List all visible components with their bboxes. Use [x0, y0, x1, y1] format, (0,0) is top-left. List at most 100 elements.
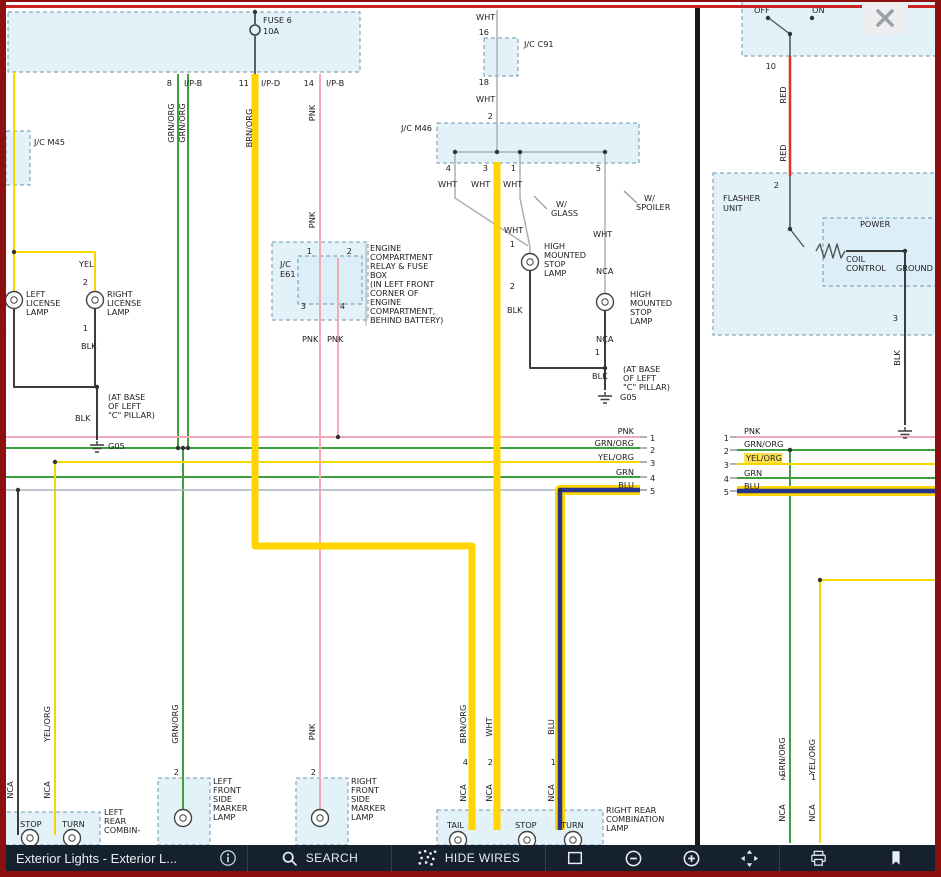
wire-label: GRN: [616, 467, 634, 477]
jc-m45-box: [6, 131, 30, 185]
zoom-in-button[interactable]: [663, 845, 721, 871]
wire-label: YEL/ORG: [807, 739, 817, 776]
wire-label: BLU: [546, 719, 556, 735]
wire-label: "C" PILLAR): [623, 382, 670, 392]
expand-button[interactable]: [721, 845, 779, 871]
wire-label: G05: [620, 392, 637, 402]
wire-label: 2: [347, 246, 352, 256]
search-button[interactable]: SEARCH: [248, 845, 392, 871]
junction-dot: [518, 150, 522, 154]
blu-glow: [560, 490, 640, 830]
wire-label: PNK: [307, 104, 317, 121]
wire-label: 1: [724, 433, 729, 443]
title-section: Exterior Lights - Exterior L...: [6, 845, 248, 871]
hide-wires-label: HIDE WIRES: [445, 851, 520, 865]
wire-label: NCA: [42, 781, 52, 799]
junction-dot: [788, 448, 792, 452]
zoom-in-icon: [682, 849, 701, 868]
wire-label: LAMP: [26, 307, 48, 317]
junction-dot: [766, 16, 770, 20]
junction-dot: [603, 366, 607, 370]
wire-label: 4: [446, 163, 451, 173]
wire-label: BLU: [744, 481, 760, 491]
junction-dot: [495, 150, 499, 154]
wire-label: FLASHER: [723, 193, 761, 203]
wire-label: BRN/ORG: [244, 109, 254, 148]
wire-label: STOP: [515, 820, 537, 830]
wire-label: I/P-D: [261, 78, 280, 88]
junction-dot: [788, 32, 792, 36]
lamp-symbol: [175, 810, 192, 827]
junction-dot: [16, 488, 20, 492]
panel-divider: [695, 8, 700, 845]
hide-wires-button[interactable]: HIDE WIRES: [392, 845, 546, 871]
wire-label: 3: [724, 460, 729, 470]
wire-label: LAMP: [630, 316, 652, 326]
lamp-symbol: [597, 294, 614, 311]
wire-label: BLK: [75, 413, 91, 423]
wire-label: SPOILER: [636, 202, 671, 212]
wire-label: 4: [463, 757, 468, 767]
wire-label: 1: [83, 323, 88, 333]
bookmark-button[interactable]: [858, 845, 936, 871]
wire-label: GROUND: [896, 263, 933, 273]
junction-dot: [453, 150, 457, 154]
wire-label: FUSE 6: [263, 15, 292, 25]
wire-label: 2: [311, 767, 316, 777]
junction-dot: [603, 150, 607, 154]
wire-label: BLU: [618, 480, 634, 490]
wire-label: 1: [510, 239, 515, 249]
wire-label: 1: [307, 246, 312, 256]
wiring-diagram: FUSE 610A8I/P-B11I/P-D14I/P-BJ/C M45GRN/…: [6, 2, 935, 845]
wire-label: CONTROL: [846, 263, 886, 273]
lamp-symbol: [312, 810, 329, 827]
wire-label: TAIL: [446, 820, 464, 830]
wire-label: WHT: [476, 94, 496, 104]
wire-label: WHT: [484, 716, 494, 736]
wire-label: NCA: [458, 784, 468, 802]
wire-label: G05: [108, 441, 125, 451]
wire-label: BRN/ORG: [458, 705, 468, 744]
wire-label: 4: [724, 474, 729, 484]
jc-c91-box: [484, 38, 518, 76]
close-icon: [874, 7, 896, 29]
wire-label: LAMP: [351, 812, 373, 822]
wire-label: NCA: [6, 781, 15, 799]
print-button[interactable]: [780, 845, 858, 871]
wire-label: STOP: [20, 819, 42, 829]
lamp-symbol: [87, 292, 104, 309]
wire-label: GRN/ORG: [777, 737, 787, 776]
lamp-symbol: [6, 292, 23, 309]
wire-label: GRN/ORG: [170, 704, 180, 743]
wire-label: PNK: [744, 426, 761, 436]
wire-label: WHT: [593, 229, 613, 239]
wire-label: 2: [724, 446, 729, 456]
junction-dot: [903, 249, 907, 253]
wire-label: "C" PILLAR): [108, 410, 155, 420]
wire-label: 3: [893, 313, 898, 323]
info-icon[interactable]: [219, 849, 237, 867]
wire-label: 1: [595, 347, 600, 357]
zoom-out-button[interactable]: [604, 845, 662, 871]
junction-dot: [176, 446, 180, 450]
wire-label: I/P-B: [184, 78, 203, 88]
wire-label: 2: [488, 111, 493, 121]
ground-symbol: [90, 441, 104, 452]
wire-label: GRN: [744, 468, 762, 478]
wire-label: BEHIND BATTERY): [370, 315, 443, 325]
fit-screen-icon: [566, 849, 584, 867]
wire-label: WHT: [504, 225, 524, 235]
junction-dot: [186, 446, 190, 450]
wire-label: 2: [774, 180, 779, 190]
wire-label: POWER: [860, 219, 891, 229]
fit-screen-button[interactable]: [546, 845, 604, 871]
junction-dot: [788, 227, 792, 231]
glass-branch-arrow: [534, 196, 547, 209]
wire-label: WHT: [503, 179, 523, 189]
lamp-symbol: [522, 254, 539, 271]
wire-label: YEL/ORG: [745, 453, 782, 463]
close-button[interactable]: [862, 2, 908, 34]
wire-label: RED: [778, 144, 788, 161]
wire-label: PNK: [307, 211, 317, 228]
wire-label: NCA: [807, 804, 817, 822]
